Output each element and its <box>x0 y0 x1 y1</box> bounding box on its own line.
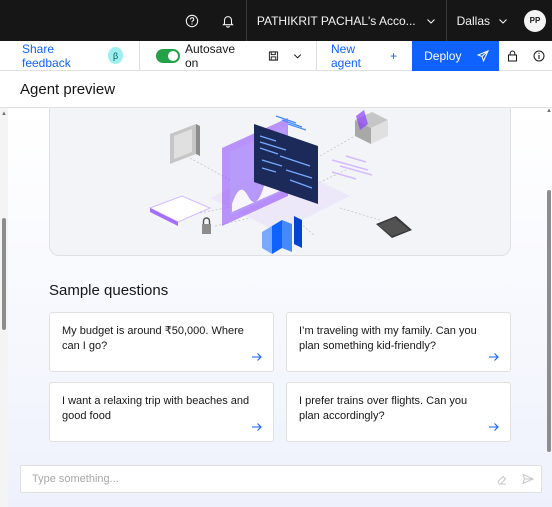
notification-bell-icon[interactable] <box>210 0 246 41</box>
hero-illustration <box>49 108 511 256</box>
chevron-down-icon <box>426 18 435 24</box>
new-agent-label: New agent <box>330 41 362 70</box>
arrow-right-icon <box>252 353 262 361</box>
region-name: Dallas <box>456 13 490 28</box>
chevron-down-icon[interactable] <box>293 51 302 61</box>
sample-question-card[interactable]: I prefer trains over flights. Can you pl… <box>286 382 511 442</box>
account-name: PATHIKRIT PACHAL's Acco... <box>256 13 416 28</box>
scrollbar-thumb[interactable] <box>547 190 551 452</box>
sample-question-card[interactable]: My budget is around ₹50,000. Where can I… <box>49 312 274 372</box>
deploy-label: Deploy <box>424 48 462 63</box>
plus-icon: + <box>390 48 398 63</box>
send-icon <box>522 473 534 485</box>
page-title: Agent preview <box>20 80 116 98</box>
help-icon[interactable] <box>174 0 210 41</box>
arrow-right-icon <box>489 353 499 361</box>
arrow-right-icon <box>489 423 499 431</box>
sample-question-text: I prefer trains over flights. Can you pl… <box>299 395 468 422</box>
autosave-toggle[interactable] <box>156 48 180 63</box>
lock-icon <box>508 50 518 61</box>
share-feedback-link[interactable]: Share feedback <box>0 42 99 70</box>
toolbar-divider <box>316 40 317 71</box>
scroll-up-icon[interactable]: ▲ <box>546 108 552 114</box>
save-icon[interactable] <box>268 50 279 62</box>
info-button[interactable] <box>526 41 552 71</box>
scroll-up-icon[interactable]: ▲ <box>1 111 7 117</box>
sample-question-text: My budget is around ₹50,000. Where can I… <box>62 325 244 352</box>
user-avatar[interactable]: PP <box>524 9 546 32</box>
send-button[interactable] <box>515 465 541 493</box>
left-scrollbar[interactable]: ▲ <box>0 108 8 507</box>
sample-question-text: I’m traveling with my family. Can you pl… <box>299 325 477 352</box>
sample-questions-heading: Sample questions <box>49 282 169 299</box>
right-scrollbar[interactable]: ▲ <box>546 108 552 507</box>
toolbar-divider <box>139 40 141 71</box>
isometric-dashboard-illustration <box>148 110 412 254</box>
arrow-right-icon <box>252 423 262 431</box>
scrollbar-thumb[interactable] <box>2 218 6 330</box>
info-icon <box>533 50 545 61</box>
region-switcher[interactable]: Dallas <box>447 0 518 41</box>
sample-question-card[interactable]: I’m traveling with my family. Can you pl… <box>286 312 511 372</box>
top-navigation-bar: PATHIKRIT PACHAL's Acco... Dallas PP <box>0 0 552 41</box>
autosave-label: Autosave on <box>185 41 236 70</box>
agent-toolbar: Share feedback β Autosave on New agent +… <box>0 40 552 71</box>
account-switcher[interactable]: PATHIKRIT PACHAL's Acco... <box>247 0 446 41</box>
clear-button[interactable] <box>489 465 515 493</box>
sample-question-text: I want a relaxing trip with beaches and … <box>62 395 250 422</box>
send-icon <box>477 49 489 62</box>
chat-input[interactable] <box>32 473 489 485</box>
chat-input-bar <box>20 465 542 493</box>
lock-button[interactable] <box>499 41 526 71</box>
page-title-bar: Agent preview <box>0 71 552 108</box>
eraser-icon <box>497 475 507 485</box>
new-agent-button[interactable]: New agent + <box>331 42 397 70</box>
sample-question-card[interactable]: I want a relaxing trip with beaches and … <box>49 382 274 442</box>
deploy-button[interactable]: Deploy <box>412 40 499 71</box>
agent-preview-panel: ▲ ▲ Sample questions My budget is around… <box>0 108 552 507</box>
chevron-down-icon <box>499 18 507 24</box>
beta-badge: β <box>107 47 124 64</box>
